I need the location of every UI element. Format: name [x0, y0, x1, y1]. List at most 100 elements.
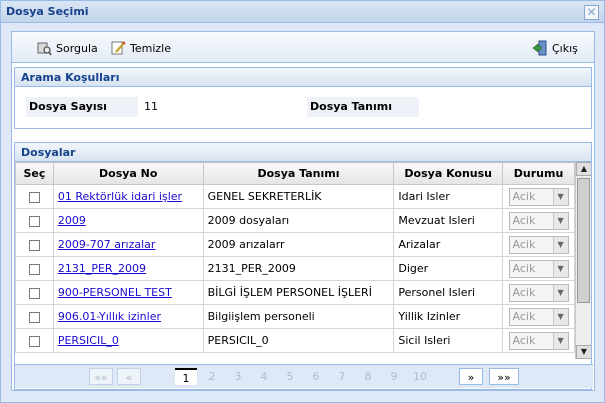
file-subject-cell: Diger [393, 256, 504, 281]
pager-page-3[interactable]: 3 [227, 368, 249, 385]
pager-page-7[interactable]: 7 [331, 368, 353, 385]
file-no-link[interactable]: 906.01-Yıllık izinler [58, 310, 161, 323]
table-row[interactable]: 906.01-Yıllık izinler Bilgiişlem personel… [15, 304, 575, 329]
status-value: Acik [512, 213, 536, 227]
status-select[interactable]: Acik ▼ [508, 211, 569, 230]
col-select: Seç [15, 162, 54, 185]
search-panel-title: Arama Koşulları [15, 68, 591, 87]
status-value: Acik [512, 285, 536, 299]
search-panel-body: Dosya Sayısı 11 Dosya Tanımı [15, 87, 591, 128]
chevron-down-icon: ▼ [552, 284, 568, 301]
query-icon [37, 42, 52, 56]
col-file-no: Dosya No [52, 162, 204, 185]
status-select[interactable]: Acik ▼ [508, 259, 569, 278]
status-cell: Acik ▼ [502, 280, 575, 305]
pager-page-2[interactable]: 2 [201, 368, 223, 385]
scroll-up-icon[interactable]: ▲ [576, 162, 591, 176]
query-button-label: Sorgula [56, 41, 98, 55]
pager: «« « 1 2 3 4 5 6 7 8 9 10 » »» [15, 364, 593, 388]
chevron-down-icon: ▼ [552, 236, 568, 253]
file-desc-cell: 2009 arızalarr [202, 232, 395, 257]
status-select[interactable]: Acik ▼ [508, 331, 569, 350]
pager-prev-button[interactable]: « [117, 368, 141, 385]
clear-button[interactable]: Temizle [110, 39, 171, 57]
table-header-row: Seç Dosya No Dosya Tanımı Dosya Konusu D… [15, 162, 575, 185]
pager-page-8[interactable]: 8 [357, 368, 379, 385]
file-no-link[interactable]: 01 Rektörlük idari işler [58, 190, 182, 203]
row-select-cell [15, 256, 54, 281]
pager-page-4[interactable]: 4 [253, 368, 275, 385]
status-cell: Acik ▼ [502, 232, 575, 257]
exit-button[interactable]: Çıkış [532, 39, 578, 57]
file-no-link[interactable]: 2131_PER_2009 [58, 262, 146, 275]
table-row[interactable]: 900-PERSONEL TEST BİLGİ İŞLEM PERSONEL İŞ… [15, 280, 575, 305]
file-no-link[interactable]: PERSICIL_0 [58, 334, 119, 347]
row-select-cell [15, 328, 54, 353]
files-table: Seç Dosya No Dosya Tanımı Dosya Konusu D… [15, 162, 575, 353]
col-file-desc: Dosya Tanımı [202, 162, 395, 185]
file-no-link[interactable]: 2009-707 arızalar [58, 238, 156, 251]
file-no-link[interactable]: 2009 [58, 214, 86, 227]
file-desc-input[interactable] [420, 97, 585, 117]
file-desc-cell: 2131_PER_2009 [202, 256, 395, 281]
row-checkbox[interactable] [28, 311, 40, 323]
file-desc-label: Dosya Tanımı [307, 97, 419, 117]
table-row[interactable]: 01 Rektörlük idari işler GENEL SEKRETERLİ… [15, 184, 575, 209]
status-select[interactable]: Acik ▼ [508, 307, 569, 326]
status-select[interactable]: Acik ▼ [508, 235, 569, 254]
row-checkbox[interactable] [28, 263, 40, 275]
status-value: Acik [512, 189, 536, 203]
exit-button-label: Çıkış [552, 41, 578, 55]
scroll-thumb[interactable] [577, 178, 590, 303]
chevron-down-icon: ▼ [552, 260, 568, 277]
file-subject-cell: Idari Isler [393, 184, 504, 209]
file-no-link[interactable]: 900-PERSONEL TEST [58, 286, 172, 299]
row-select-cell [15, 208, 54, 233]
row-checkbox[interactable] [28, 191, 40, 203]
row-checkbox[interactable] [28, 287, 40, 299]
status-cell: Acik ▼ [502, 184, 575, 209]
status-value: Acik [512, 309, 536, 323]
file-desc-cell: Bilgiişlem personeli [202, 304, 395, 329]
file-count-label: Dosya Sayısı [26, 97, 138, 117]
table-row[interactable]: 2131_PER_2009 2131_PER_2009 Diger Acik ▼ [15, 256, 575, 281]
status-select[interactable]: Acik ▼ [508, 283, 569, 302]
pager-next-button[interactable]: » [459, 368, 483, 385]
dialog-window: Dosya Seçimi ✕ Sorgula Temizle Çıkış Ara… [0, 0, 605, 403]
table-row[interactable]: 2009-707 arızalar 2009 arızalarr Arizalar A… [15, 232, 575, 257]
status-value: Acik [512, 261, 536, 275]
row-checkbox[interactable] [28, 239, 40, 251]
status-cell: Acik ▼ [502, 208, 575, 233]
file-desc-cell: BİLGİ İŞLEM PERSONEL İŞLERİ [202, 280, 395, 305]
file-desc-cell: 2009 dosyaları [202, 208, 395, 233]
file-no-cell: 2009 [52, 208, 204, 233]
file-count-value: 11 [144, 100, 158, 113]
pager-page-10[interactable]: 10 [409, 368, 431, 385]
pager-page-5[interactable]: 5 [279, 368, 301, 385]
files-panel-title: Dosyalar [15, 143, 591, 162]
pager-first-button[interactable]: «« [89, 368, 113, 385]
pager-page-6[interactable]: 6 [305, 368, 327, 385]
dialog-body: Sorgula Temizle Çıkış Arama Koşulları Do… [11, 31, 595, 391]
status-select[interactable]: Acik ▼ [508, 187, 569, 206]
query-button[interactable]: Sorgula [36, 39, 98, 57]
file-desc-cell: PERSICIL_0 [202, 328, 395, 353]
row-select-cell [15, 304, 54, 329]
files-panel: Dosyalar Seç Dosya No Dosya Tanımı Dosya… [14, 142, 593, 390]
scroll-down-icon[interactable]: ▼ [576, 345, 591, 359]
row-checkbox[interactable] [28, 215, 40, 227]
pager-page-9[interactable]: 9 [383, 368, 405, 385]
table-row[interactable]: PERSICIL_0 PERSICIL_0 Sicil Isleri Acik ▼ [15, 328, 575, 353]
file-no-cell: 2131_PER_2009 [52, 256, 204, 281]
row-checkbox[interactable] [28, 335, 40, 347]
title-bar[interactable]: Dosya Seçimi ✕ [1, 1, 604, 23]
close-icon[interactable]: ✕ [584, 5, 599, 20]
clear-icon [111, 41, 126, 55]
file-subject-cell: Yillik Izinler [393, 304, 504, 329]
pager-page-1[interactable]: 1 [175, 368, 197, 385]
table-row[interactable]: 2009 2009 dosyaları Mevzuat Isleri Acik ▼ [15, 208, 575, 233]
pager-last-button[interactable]: »» [489, 368, 519, 385]
file-no-cell: 2009-707 arızalar [52, 232, 204, 257]
grid-scrollbar[interactable]: ▲ ▼ [575, 162, 591, 359]
exit-icon [532, 40, 547, 56]
